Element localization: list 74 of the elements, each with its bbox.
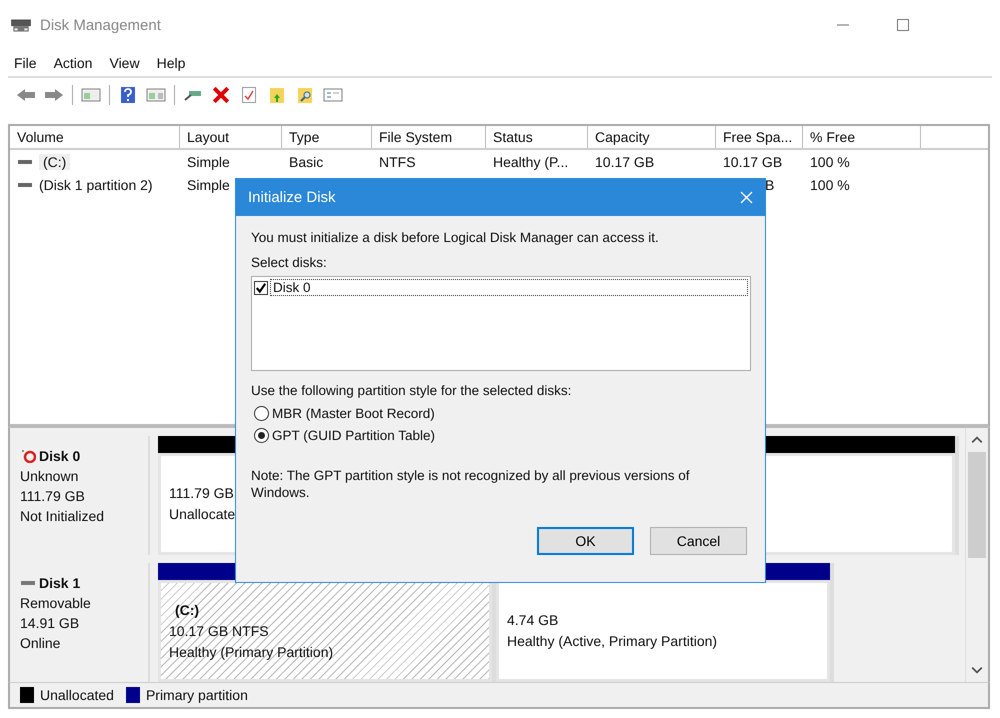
table-cell[interactable]: (Disk 1 partition 2) [39,176,153,192]
scroll-down-icon[interactable] [971,666,983,674]
menu-item[interactable]: View [109,55,140,71]
disk-size: 14.91 GB [20,614,80,633]
table-cell[interactable]: (C:) [39,154,70,170]
menu-item[interactable]: Action [54,55,92,71]
table-cell: 100 % [810,176,850,192]
column-header[interactable]: Status [486,126,588,148]
dialog-button[interactable]: Cancel [650,527,747,555]
list-icon[interactable] [323,86,343,104]
dialog-message: You must initialize a disk before Logical Disk Manager can access it. [251,230,660,245]
table-cell: Healthy (P... [493,154,568,170]
partition-detail: 10.17 GB NTFS [169,622,269,640]
disk-size: 111.79 GB [20,487,86,506]
column-header[interactable]: Capacity [588,126,716,148]
disk-type: Unknown [20,467,80,486]
dialog-button[interactable]: OK [537,527,634,555]
help-icon[interactable] [118,86,138,104]
select-label: Select disks: [251,255,328,270]
disk-name: Disk 1 [39,574,80,593]
column-header[interactable]: % Free [803,126,921,148]
folder-search-icon[interactable] [295,86,315,104]
table-cell: Basic [289,154,324,170]
window-title: Disk Management [40,16,161,34]
partition-label: (C:) [174,600,200,620]
column-header[interactable]: Volume [10,126,180,148]
table-cell: Simple [187,176,230,192]
legend-label: Primary partition [146,687,248,703]
forward-arrow-icon[interactable] [44,86,64,104]
style-label: Use the following partition style for the selected disks: [251,383,572,398]
table-cell: NTFS [379,154,416,170]
column-header[interactable]: Free Spa... [716,126,803,148]
maximize-icon[interactable] [896,18,910,32]
note-text: Note: The GPT partition style is not recognized by all previous versions of Windows. [251,467,690,501]
radio-label[interactable]: GPT (GUID Partition Table) [272,428,436,443]
disk-status: Online [20,634,62,653]
radio-button[interactable] [254,406,269,421]
partition-detail: Healthy (Primary Partition) [169,642,334,662]
volume-icon [17,182,33,188]
panel-icon[interactable] [81,86,101,104]
disk-type: Removable [20,594,92,613]
disk-list[interactable]: Disk 0 [251,276,751,371]
partition-detail: Unallocate [169,505,236,524]
table-cell: 10.17 GB [595,154,654,170]
checkbox[interactable] [254,280,268,294]
column-header[interactable]: Layout [180,126,282,148]
error-disk-icon [20,449,36,463]
partition-detail: 111.79 GB [169,484,234,503]
table-cell-text: B [764,176,774,192]
partition-detail: Healthy (Active, Primary Partition) [507,632,718,651]
table-cell: Simple [187,154,230,170]
checklist-icon[interactable] [239,86,259,104]
menu-item[interactable]: Help [156,55,186,71]
close-icon[interactable] [740,191,753,204]
partition-detail: 4.74 GB [507,611,558,630]
scrollbar[interactable] [965,428,988,682]
column-header[interactable]: File System [372,126,486,148]
legend-label: Unallocated [40,687,114,703]
radio-button[interactable] [254,428,269,443]
back-arrow-icon[interactable] [16,86,36,104]
scroll-thumb[interactable] [968,452,986,558]
table-cell: 10.17 GB [723,154,782,170]
dialog-title: Initialize Disk [248,189,336,206]
menu-item[interactable]: File [14,55,37,71]
list-item[interactable]: Disk 0 [270,279,748,296]
delete-icon[interactable] [211,86,231,104]
volume-icon [17,158,33,164]
radio-label[interactable]: MBR (Master Boot Record) [272,406,435,421]
disk-name: Disk 0 [39,447,80,466]
disk-status: Not Initialized [20,507,106,526]
table-cell: 100 % [810,154,850,170]
scroll-up-icon[interactable] [971,436,983,444]
panel-icon[interactable] [146,86,166,104]
column-header[interactable]: Type [282,126,372,148]
